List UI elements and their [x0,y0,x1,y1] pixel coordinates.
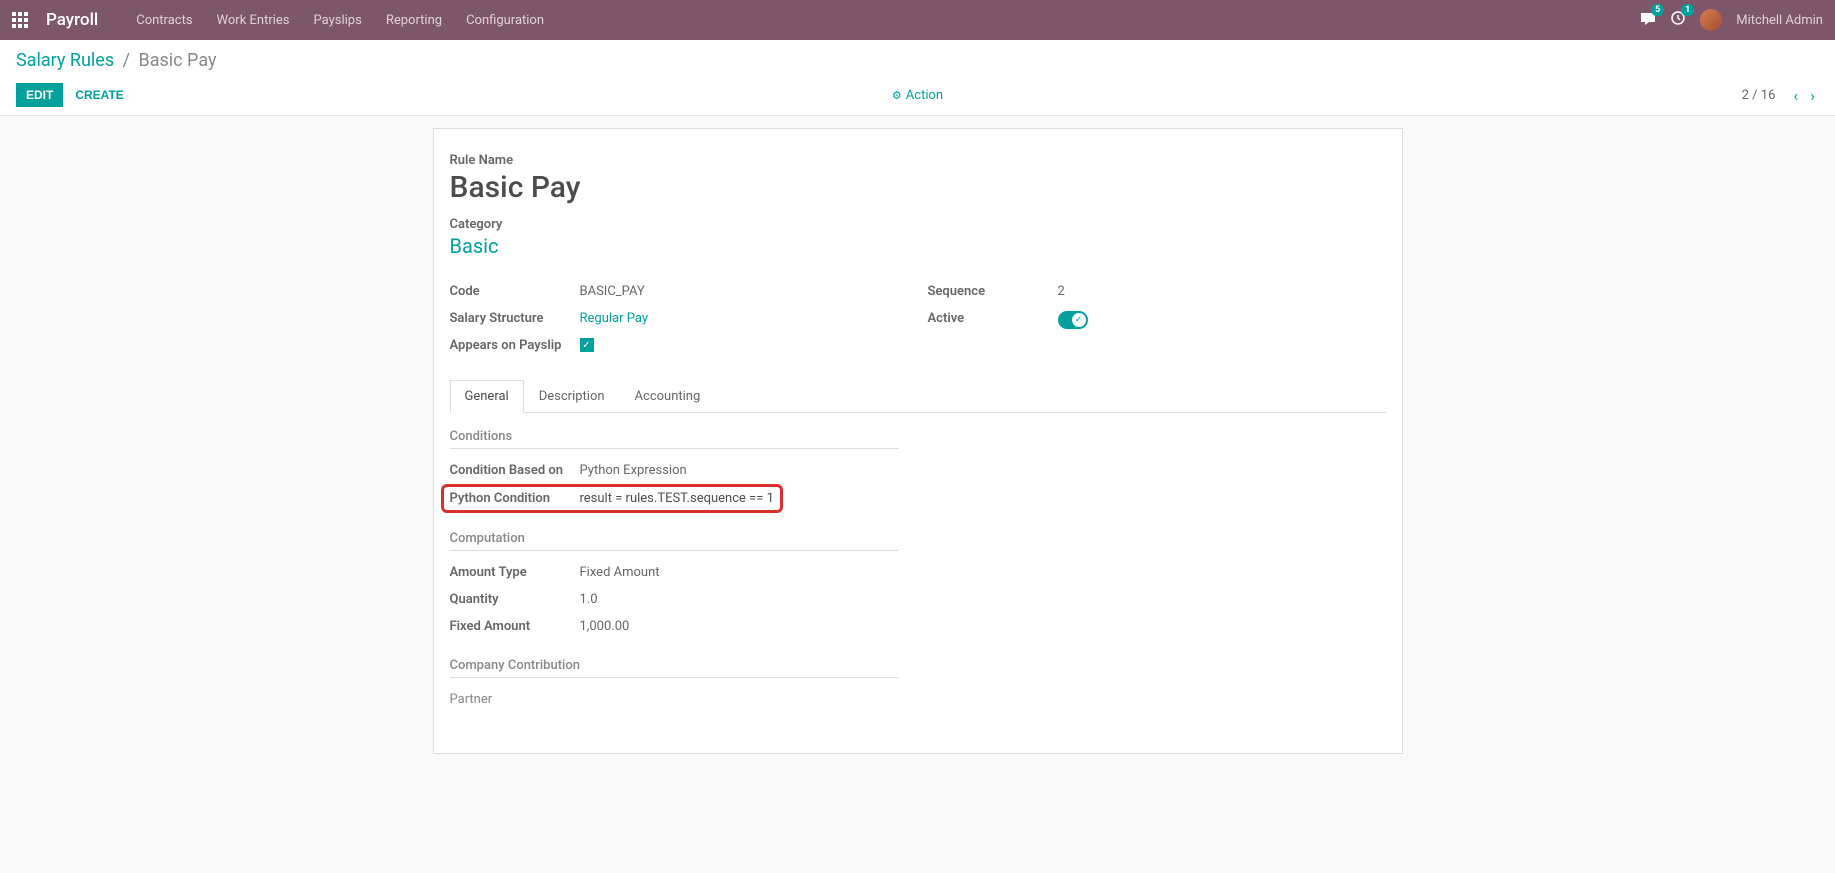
quantity-label: Quantity [450,592,580,607]
appears-checkbox: ✓ [580,338,594,352]
breadcrumb-current: Basic Pay [139,50,217,71]
condition-based-value: Python Expression [580,463,687,478]
active-label: Active [928,311,1058,329]
nav-configuration[interactable]: Configuration [466,13,544,28]
salary-structure-label: Salary Structure [450,311,580,326]
category-label: Category [450,217,1386,232]
partner-label: Partner [450,692,580,707]
nav-work-entries[interactable]: Work Entries [217,13,290,28]
form-sheet: Rule Name Basic Pay Category Basic Code … [433,128,1403,754]
app-brand[interactable]: Payroll [46,10,98,30]
section-computation: Computation [450,531,899,551]
python-condition-value: result = rules.TEST.sequence == 1 [580,491,774,506]
breadcrumb-separator: / [123,50,130,71]
amount-type-value: Fixed Amount [580,565,660,580]
control-panel: Salary Rules / Basic Pay EDIT CREATE Act… [0,40,1835,116]
apps-icon[interactable] [12,12,28,28]
condition-based-label: Condition Based on [450,463,580,478]
tabs: General Description Accounting [450,379,1386,413]
active-toggle[interactable] [1058,311,1088,329]
tab-content-general: Conditions Condition Based on Python Exp… [450,413,1386,729]
main-navbar: Payroll Contracts Work Entries Payslips … [0,0,1835,40]
amount-type-label: Amount Type [450,565,580,580]
section-conditions: Conditions [450,429,899,449]
tab-accounting[interactable]: Accounting [620,380,716,413]
messages-icon[interactable]: 5 [1640,10,1656,30]
activities-badge: 1 [1681,4,1694,16]
sequence-label: Sequence [928,284,1058,299]
gear-icon [892,88,902,103]
rule-name-value: Basic Pay [450,170,1386,205]
breadcrumb: Salary Rules / Basic Pay [16,50,1819,71]
category-value[interactable]: Basic [450,234,1386,258]
pager-text[interactable]: 2 / 16 [1742,88,1776,103]
tab-general[interactable]: General [450,380,524,413]
nav-payslips[interactable]: Payslips [314,13,362,28]
breadcrumb-parent[interactable]: Salary Rules [16,50,114,71]
edit-button[interactable]: EDIT [16,83,63,107]
pager-next-icon[interactable]: › [1806,86,1819,105]
code-value: BASIC_PAY [580,284,645,299]
pager-prev-icon[interactable]: ‹ [1789,86,1802,105]
highlight-python-condition: Python Condition result = rules.TEST.seq… [441,484,783,513]
code-label: Code [450,284,580,299]
nav-reporting[interactable]: Reporting [386,13,442,28]
user-avatar[interactable] [1700,9,1722,31]
activities-icon[interactable]: 1 [1670,10,1686,30]
appears-label: Appears on Payslip [450,338,580,353]
salary-structure-value[interactable]: Regular Pay [580,311,649,326]
fixed-amount-value: 1,000.00 [580,619,630,634]
sequence-value: 2 [1058,284,1065,299]
python-condition-label: Python Condition [450,491,580,506]
quantity-value: 1.0 [580,592,598,607]
nav-contracts[interactable]: Contracts [136,13,192,28]
action-label: Action [906,88,943,103]
action-dropdown[interactable]: Action [892,88,943,103]
rule-name-label: Rule Name [450,153,1386,168]
messages-badge: 5 [1651,4,1664,16]
create-button[interactable]: CREATE [63,83,135,107]
fixed-amount-label: Fixed Amount [450,619,580,634]
tab-description[interactable]: Description [524,380,620,413]
section-company-contribution: Company Contribution [450,658,899,678]
main-area: Rule Name Basic Pay Category Basic Code … [0,116,1835,766]
user-name[interactable]: Mitchell Admin [1736,13,1823,28]
